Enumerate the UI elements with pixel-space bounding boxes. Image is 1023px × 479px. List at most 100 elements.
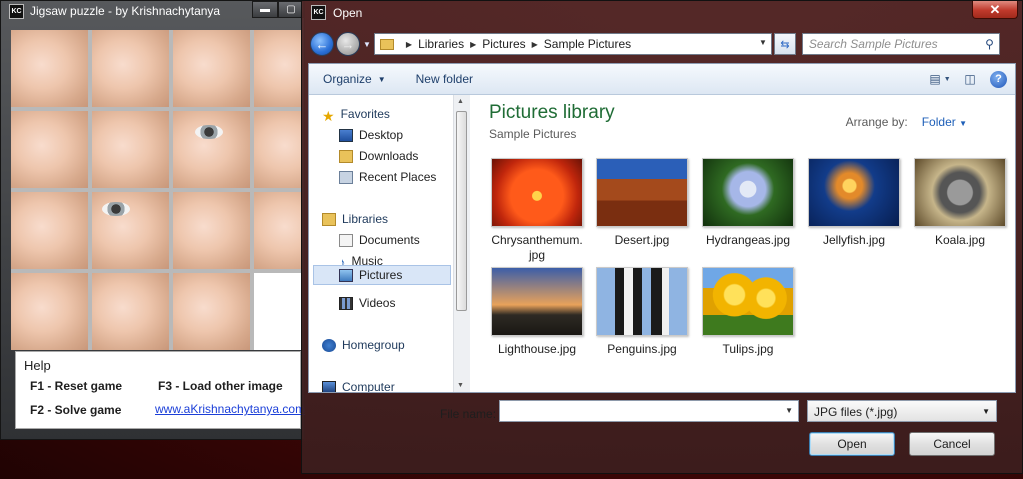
file-name-label: File name: [440,407,497,421]
history-dropdown-icon[interactable]: ▼ [363,40,371,49]
refresh-icon: ⇆ [780,38,790,51]
chevron-down-icon[interactable]: ▼ [785,406,793,415]
puzzle-piece[interactable] [173,273,250,350]
close-button[interactable]: ✕ [972,1,1018,19]
change-view-button[interactable]: ▤ ▼ [929,69,951,89]
jigsaw-titlebar[interactable]: KC Jigsaw puzzle - by Krishnachytanya [9,1,234,21]
dialog-footer: File name: ▼ JPG files (*.jpg) ▼ Open Ca… [302,395,1022,473]
file-item[interactable]: Desert.jpg [592,158,692,247]
puzzle-piece[interactable] [173,30,250,107]
chevron-down-icon: ▼ [982,407,990,416]
search-icon[interactable]: ⚲ [985,37,994,51]
jigsaw-window: KC Jigsaw puzzle - by Krishnachytanya ▬ … [0,0,305,440]
scroll-up-icon[interactable]: ▲ [457,98,464,105]
back-button[interactable]: ← [310,32,334,56]
puzzle-piece[interactable] [11,30,88,107]
organize-button[interactable]: Organize ▼ [323,72,386,86]
breadcrumb-pictures[interactable]: Pictures [482,37,525,51]
chevron-down-icon[interactable]: ▼ [759,38,767,47]
nav-item-videos[interactable]: Videos [339,296,395,310]
refresh-button[interactable]: ⇆ [773,33,796,55]
file-item[interactable]: Jellyfish.jpg [804,158,904,247]
arrange-dropdown[interactable]: Folder ▼ [922,115,967,129]
file-item[interactable]: Lighthouse.jpg [487,267,587,356]
library-title: Pictures library [489,102,615,123]
maximize-icon: ▢ [286,4,296,15]
navigation-scrollbar[interactable]: ▲ ▼ [453,95,470,392]
file-name: Koala.jpg [934,233,986,247]
file-type-filter[interactable]: JPG files (*.jpg) ▼ [807,400,997,422]
nav-item-label: Recent Places [359,170,437,184]
search-placeholder: Search Sample Pictures [808,37,938,51]
puzzle-piece[interactable] [92,30,169,107]
puzzle-board[interactable] [11,30,301,350]
pictures-icon [339,268,353,282]
file-item[interactable]: Penguins.jpg [592,267,692,356]
file-name-input[interactable]: ▼ [499,400,799,422]
nav-item-pictures[interactable]: Pictures [313,265,451,285]
breadcrumb-libraries[interactable]: Libraries [418,37,464,51]
forward-button[interactable]: → [336,32,360,56]
library-subtitle: Sample Pictures [489,127,577,141]
puzzle-piece[interactable] [92,111,169,188]
help-panel: Help F1 - Reset game F3 - Load other ima… [15,351,305,429]
help-solve: F2 - Solve game [30,403,122,417]
file-type-value: JPG files (*.jpg) [814,405,898,419]
breadcrumb-sample-pictures[interactable]: Sample Pictures [544,37,631,51]
puzzle-piece[interactable] [11,273,88,350]
puzzle-piece[interactable] [254,192,301,269]
nav-computer-label: Computer [342,380,395,393]
cancel-label: Cancel [933,437,971,451]
navigation-bar: ← → ▼ ▶ Libraries ▶ Pictures ▶ Sample Pi… [310,29,1016,59]
puzzle-piece[interactable] [92,192,169,269]
scroll-down-icon[interactable]: ▼ [457,382,464,389]
file-item[interactable]: Hydrangeas.jpg [698,158,798,247]
search-input[interactable]: Search Sample Pictures ⚲ [801,33,1000,55]
new-folder-button[interactable]: New folder [416,72,473,86]
help-icon[interactable]: ? [990,70,1007,88]
open-dialog: KC Open ✕ ← → ▼ ▶ Libraries ▶ Pictures ▶… [301,0,1023,474]
preview-pane-button[interactable]: ◫ [960,69,980,89]
arrange-by: Arrange by: Folder ▼ [846,115,967,129]
file-item[interactable]: Koala.jpg [910,158,1010,247]
nav-item-recent-places[interactable]: Recent Places [339,170,436,184]
nav-item-documents[interactable]: Documents [339,233,420,247]
file-item[interactable]: Tulips.jpg [698,267,798,356]
minimize-button[interactable]: ▬ [252,1,278,18]
empty-puzzle-slot[interactable] [254,273,301,350]
nav-item-downloads[interactable]: Downloads [339,149,418,163]
nav-item-desktop[interactable]: Desktop [339,128,403,142]
address-bar[interactable]: ▶ Libraries ▶ Pictures ▶ Sample Pictures… [373,33,772,55]
desktop-icon [339,128,353,142]
open-button[interactable]: Open [809,432,895,456]
puzzle-piece[interactable] [11,192,88,269]
scrollbar-thumb[interactable] [456,111,467,311]
recent-places-icon [339,170,353,184]
cancel-button[interactable]: Cancel [909,432,995,456]
chevron-down-icon: ▼ [943,75,951,83]
libraries-icon [322,212,336,226]
puzzle-piece[interactable] [11,111,88,188]
jigsaw-title: Jigsaw puzzle - by Krishnachytanya [30,4,221,18]
nav-item-label: Documents [359,233,420,247]
videos-icon [339,296,353,310]
website-link[interactable]: www.aKrishnachytanya.com [155,402,305,416]
nav-favorites[interactable]: ★ Favorites [322,107,390,124]
homegroup-icon [322,338,336,352]
puzzle-piece[interactable] [173,192,250,269]
new-folder-label: New folder [415,72,473,86]
downloads-folder-icon [339,149,353,163]
nav-computer[interactable]: Computer [322,380,395,393]
puzzle-piece[interactable] [254,111,301,188]
file-view: Pictures library Sample Pictures Arrange… [470,95,1015,392]
dialog-title: Open [333,5,363,20]
nav-libraries[interactable]: Libraries [322,212,388,226]
file-name: Desert.jpg [614,233,670,247]
chevron-right-icon: ▶ [531,39,538,49]
nav-homegroup[interactable]: Homegroup [322,338,405,352]
file-item[interactable]: Chrysanthemum. jpg [487,158,587,263]
puzzle-piece[interactable] [254,30,301,107]
dialog-titlebar[interactable]: KC Open [311,5,362,20]
puzzle-piece[interactable] [173,111,250,188]
puzzle-piece[interactable] [92,273,169,350]
